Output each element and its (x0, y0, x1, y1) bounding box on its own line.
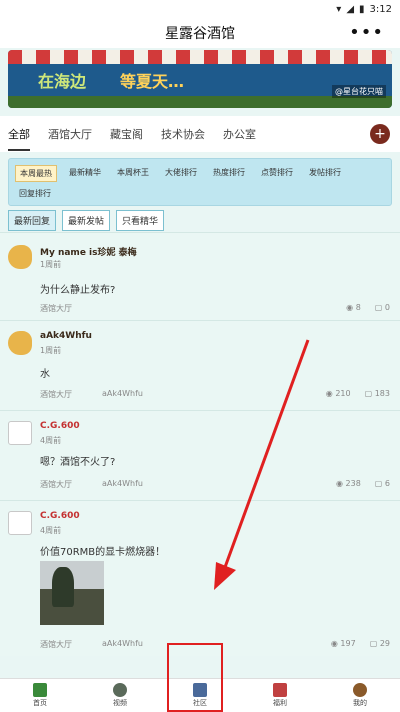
avatar[interactable] (8, 331, 32, 355)
post-category[interactable]: 酒馆大厅 (40, 639, 72, 650)
eye-icon: ◉ (330, 639, 341, 648)
post-meta: 酒馆大厅 (40, 303, 72, 314)
ranking-panel: 本周最热 最新精华 本周杯王 大佬排行 热度排行 点赞排行 发帖排行 回复排行 (8, 158, 392, 206)
nav-mine[interactable]: 我的 (353, 683, 367, 708)
tab-tavern-hall[interactable]: 酒馆大厅 (48, 126, 92, 142)
banner-credit: @星台花只喵 (332, 85, 386, 98)
tab-tech[interactable]: 技术协会 (161, 126, 205, 142)
post-category[interactable]: 酒馆大厅 (40, 389, 72, 400)
post-category[interactable]: 酒馆大厅 (40, 303, 72, 314)
add-post-button[interactable]: + (370, 124, 390, 144)
nav-video[interactable]: 视频 (113, 683, 127, 708)
tab-treasure[interactable]: 藏宝阁 (110, 126, 143, 142)
view-count: ◉ 197 (330, 639, 356, 648)
last-reply-user[interactable]: aAk4Whfu (102, 479, 143, 490)
banner-awning (8, 50, 392, 64)
category-tabs: 全部 酒馆大厅 藏宝阁 技术协会 办公室 + (0, 116, 400, 152)
post-content[interactable]: 价值70RMB的显卡燃烧器！ (40, 543, 165, 558)
profile-icon (353, 683, 367, 697)
sort-bar: 最新回复 最新发帖 只看精华 (8, 210, 165, 231)
rank-weekly-king[interactable]: 本周杯王 (113, 165, 153, 182)
post-author[interactable]: My name is珍妮 泰梅 (40, 245, 137, 258)
tab-all[interactable]: 全部 (8, 126, 30, 151)
list-item[interactable]: aAk4Whfu 1周前 水 酒馆大厅 aAk4Whfu ◉ 210 ▢ 183 (0, 320, 400, 410)
post-time: 4周前 (40, 436, 62, 445)
post-meta: 酒馆大厅 aAk4Whfu (40, 389, 143, 400)
post-stats: ◉ 238 ▢ 6 (336, 479, 390, 488)
post-author[interactable]: aAk4Whfu (40, 331, 92, 341)
gift-icon (273, 683, 287, 697)
app-header: 星露谷酒馆 ••• (0, 18, 400, 48)
post-content[interactable]: 嗯？酒馆不火了? (40, 453, 115, 468)
list-item[interactable]: C.G.600 4周前 价值70RMB的显卡燃烧器！ 酒馆大厅 aAk4Whfu… (0, 500, 400, 656)
post-content[interactable]: 为什么静止发布? (40, 281, 115, 296)
nav-welfare[interactable]: 福利 (273, 683, 287, 708)
rank-latest-featured[interactable]: 最新精华 (65, 165, 105, 182)
avatar[interactable] (8, 245, 32, 269)
rank-likes[interactable]: 点赞排行 (257, 165, 297, 182)
post-stats: ◉ 197 ▢ 29 (331, 639, 390, 648)
comment-count: ▢ 0 (374, 303, 390, 312)
avatar[interactable] (8, 421, 32, 445)
post-meta: 酒馆大厅 aAk4Whfu (40, 479, 143, 490)
sort-latest-post[interactable]: 最新发帖 (62, 210, 111, 231)
banner-text-b: 等夏天… (120, 72, 185, 91)
tab-office[interactable]: 办公室 (223, 126, 256, 142)
eye-icon: ◉ (325, 389, 336, 398)
comment-count: ▢ 29 (369, 639, 390, 648)
battery-icon: ▮ (359, 3, 365, 15)
post-author[interactable]: C.G.600 (40, 421, 80, 431)
rank-posts[interactable]: 发帖排行 (305, 165, 345, 182)
sort-featured-only[interactable]: 只看精华 (116, 210, 165, 231)
comment-count: ▢ 6 (374, 479, 390, 488)
post-meta: 酒馆大厅 aAk4Whfu (40, 639, 143, 650)
comment-icon: ▢ (374, 479, 385, 488)
list-item[interactable]: C.G.600 4周前 嗯？酒馆不火了? 酒馆大厅 aAk4Whfu ◉ 238… (0, 410, 400, 500)
home-icon (33, 683, 47, 697)
avatar[interactable] (8, 511, 32, 535)
list-item[interactable]: My name is珍妮 泰梅 1周前 为什么静止发布? 酒馆大厅 ◉ 8 ▢ … (0, 232, 400, 320)
last-reply-user[interactable]: aAk4Whfu (102, 639, 143, 650)
video-icon (113, 683, 127, 697)
comment-count: ▢ 183 (364, 389, 390, 398)
page-title: 星露谷酒馆 (165, 26, 235, 42)
post-author[interactable]: C.G.600 (40, 511, 80, 521)
comment-icon: ▢ (374, 303, 385, 312)
post-stats: ◉ 210 ▢ 183 (326, 389, 390, 398)
post-category[interactable]: 酒馆大厅 (40, 479, 72, 490)
post-list: My name is珍妮 泰梅 1周前 为什么静止发布? 酒馆大厅 ◉ 8 ▢ … (0, 232, 400, 656)
wifi-icon: ▾ (336, 3, 342, 15)
last-reply-user[interactable]: aAk4Whfu (102, 389, 143, 400)
post-content[interactable]: 水 (40, 365, 50, 380)
post-time: 1周前 (40, 346, 62, 355)
eye-icon: ◉ (335, 479, 346, 488)
banner-text-a: 在海边 (38, 72, 87, 91)
comment-icon: ▢ (364, 389, 375, 398)
eye-icon: ◉ (346, 303, 356, 312)
view-count: ◉ 8 (346, 303, 361, 312)
status-time: 3:12 (369, 3, 392, 15)
post-time: 1周前 (40, 260, 62, 269)
sort-latest-reply[interactable]: 最新回复 (8, 210, 57, 231)
annotation-highlight-box (167, 643, 223, 712)
rank-experts[interactable]: 大佬排行 (161, 165, 201, 182)
rank-weekly-hot[interactable]: 本周最热 (15, 165, 57, 182)
nav-home[interactable]: 首页 (33, 683, 47, 708)
post-stats: ◉ 8 ▢ 0 (346, 303, 390, 312)
signal-icon: ◢ (346, 3, 355, 15)
comment-icon: ▢ (369, 639, 380, 648)
view-count: ◉ 238 (335, 479, 361, 488)
post-time: 4周前 (40, 526, 62, 535)
rank-heat[interactable]: 热度排行 (209, 165, 249, 182)
forum-banner[interactable]: 在海边 等夏天… @星台花只喵 (8, 50, 392, 108)
post-image[interactable] (40, 561, 104, 625)
rank-replies[interactable]: 回复排行 (15, 186, 55, 201)
status-bar: ▾ ◢ ▮ 3:12 (0, 0, 400, 18)
view-count: ◉ 210 (325, 389, 351, 398)
more-options-icon[interactable]: ••• (349, 22, 384, 43)
